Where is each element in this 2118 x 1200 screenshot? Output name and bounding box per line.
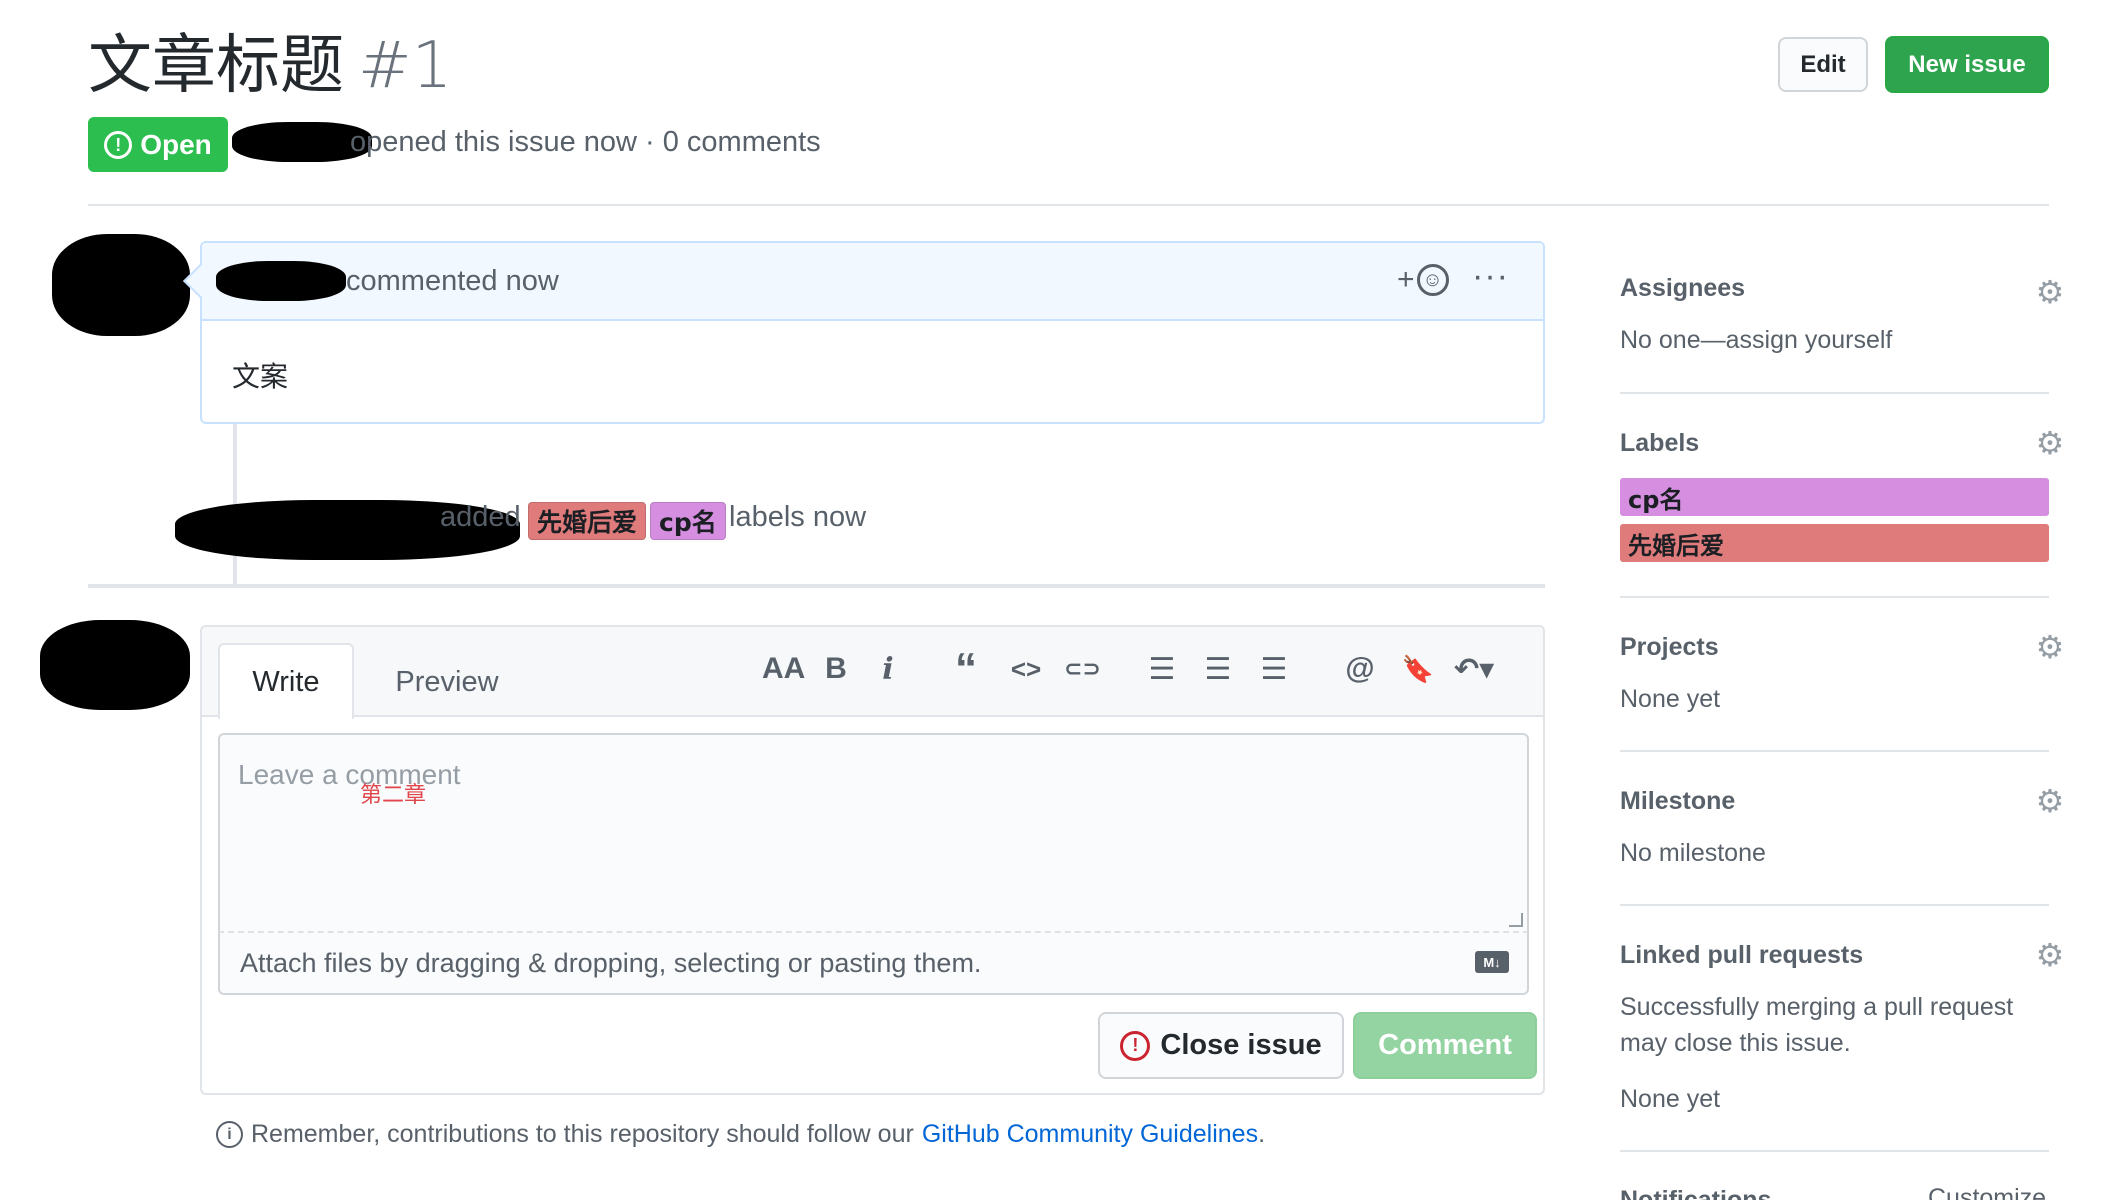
- issue-number: #1: [358, 29, 453, 103]
- comment-timestamp: commented now: [346, 265, 559, 297]
- status-badge-label: Open: [140, 128, 212, 160]
- close-issue-button[interactable]: ! Close issue: [1098, 1012, 1344, 1079]
- overlay-annotation: 第二章: [360, 783, 427, 808]
- label-chip-xianhunhouai[interactable]: 先婚后爱: [528, 502, 647, 540]
- markdown-icon[interactable]: M↓: [1475, 951, 1509, 973]
- saved-reply-icon[interactable]: 🔖: [1400, 649, 1436, 689]
- issue-meta: opened this issue now · 0 comments: [350, 126, 821, 158]
- divider: [1620, 750, 2049, 752]
- sidebar-labels-title[interactable]: Labels: [1620, 429, 1699, 458]
- status-badge: ! Open: [88, 117, 228, 172]
- label-chip-cp[interactable]: cp名: [650, 502, 726, 540]
- gear-icon[interactable]: ⚙: [2036, 629, 2065, 665]
- gear-icon[interactable]: ⚙: [2036, 937, 2065, 973]
- attach-files-bar[interactable]: Attach files by dragging & dropping, sel…: [218, 933, 1529, 995]
- event-verb: added: [440, 501, 521, 533]
- unordered-list-icon[interactable]: ☰: [1144, 649, 1180, 689]
- redacted-username: [216, 261, 346, 301]
- bold-icon[interactable]: B: [818, 649, 854, 689]
- attach-files-text: Attach files by dragging & dropping, sel…: [240, 948, 982, 978]
- tab-write[interactable]: Write: [218, 643, 354, 719]
- resize-handle[interactable]: [1509, 913, 1523, 927]
- sidebar-projects-title[interactable]: Projects: [1620, 633, 1719, 662]
- divider: [1620, 904, 2049, 906]
- sidebar-milestone-title[interactable]: Milestone: [1620, 787, 1735, 816]
- smiley-icon: ☺: [1416, 264, 1449, 296]
- mention-icon[interactable]: @: [1342, 649, 1378, 689]
- quote-icon[interactable]: “: [948, 644, 984, 693]
- issue-title-text: 文章标题: [88, 29, 344, 103]
- sidebar-projects-value: None yet: [1620, 685, 1721, 713]
- avatar[interactable]: [52, 234, 190, 336]
- plus-icon: +: [1397, 263, 1415, 296]
- edit-button[interactable]: Edit: [1778, 37, 1868, 92]
- comment-body: 文案: [232, 360, 289, 393]
- comment-button[interactable]: Comment: [1353, 1012, 1537, 1079]
- customize-link[interactable]: Customize: [1928, 1180, 2046, 1200]
- sidebar-assignees-value[interactable]: No one—assign yourself: [1620, 322, 1892, 358]
- close-issue-label: Close issue: [1160, 1029, 1322, 1061]
- tab-preview[interactable]: Preview: [372, 647, 522, 717]
- sidebar-label-cp[interactable]: cp名: [1620, 478, 2049, 516]
- divider: [88, 204, 2049, 206]
- gear-icon[interactable]: ⚙: [2036, 783, 2065, 819]
- sidebar-milestone-value: No milestone: [1620, 839, 1766, 867]
- avatar: [40, 620, 190, 710]
- gear-icon[interactable]: ⚙: [2036, 425, 2065, 461]
- code-icon[interactable]: <>: [1008, 649, 1044, 689]
- divider: [1620, 596, 2049, 598]
- comment-textarea[interactable]: Leave a comment 第二章: [218, 733, 1529, 933]
- sidebar-linked-prs-desc-1: Successfully merging a pull request: [1620, 993, 2014, 1021]
- reply-icon[interactable]: ↶▾: [1454, 649, 1494, 689]
- new-issue-button[interactable]: New issue: [1885, 36, 2049, 93]
- issue-opened-icon: !: [104, 130, 133, 159]
- add-reaction-button[interactable]: + ☺: [1397, 263, 1449, 297]
- sidebar-notifications-title: Notifications: [1620, 1186, 1772, 1200]
- composer-tabs: Write Preview AA B i “ <> ⊂⊃ ☰ ☰ ☰ @ 🔖 ↶…: [202, 627, 1543, 719]
- comment-header: commented now + ☺ ···: [202, 243, 1543, 321]
- sidebar-label-xianhunhouai[interactable]: 先婚后爱: [1620, 524, 2049, 562]
- guidelines-prefix: Remember, contributions to this reposito…: [251, 1120, 914, 1148]
- sidebar-linked-prs-desc-2: may close this issue.: [1620, 1029, 1851, 1057]
- divider: [1620, 392, 2049, 394]
- heading-icon[interactable]: AA: [762, 649, 805, 689]
- ordered-list-icon[interactable]: ☰: [1200, 649, 1236, 689]
- italic-icon[interactable]: i: [870, 649, 906, 689]
- sidebar-linked-prs-value: None yet: [1620, 1085, 1721, 1113]
- guidelines-suffix: .: [1258, 1120, 1266, 1148]
- gear-icon[interactable]: ⚙: [2036, 274, 2065, 310]
- community-guidelines-link[interactable]: GitHub Community Guidelines: [922, 1120, 1258, 1149]
- issue-title: 文章标题 #1: [88, 24, 452, 108]
- guidelines-note: i Remember, contributions to this reposi…: [216, 1120, 1265, 1149]
- info-icon: i: [216, 1121, 243, 1148]
- divider: [88, 584, 1545, 588]
- link-icon[interactable]: ⊂⊃: [1064, 649, 1101, 689]
- sidebar-assignees-title[interactable]: Assignees: [1620, 274, 1745, 303]
- divider: [1620, 1150, 2049, 1152]
- textarea-placeholder: Leave a comment: [238, 759, 461, 790]
- issue-closed-icon: !: [1120, 1030, 1151, 1061]
- comment-card: commented now + ☺ ··· 文案: [183, 241, 1545, 424]
- more-options-button[interactable]: ···: [1472, 257, 1509, 296]
- task-list-icon[interactable]: ☰: [1256, 649, 1292, 689]
- sidebar-linked-prs-title[interactable]: Linked pull requests: [1620, 941, 1863, 970]
- event-suffix: labels now: [729, 501, 867, 533]
